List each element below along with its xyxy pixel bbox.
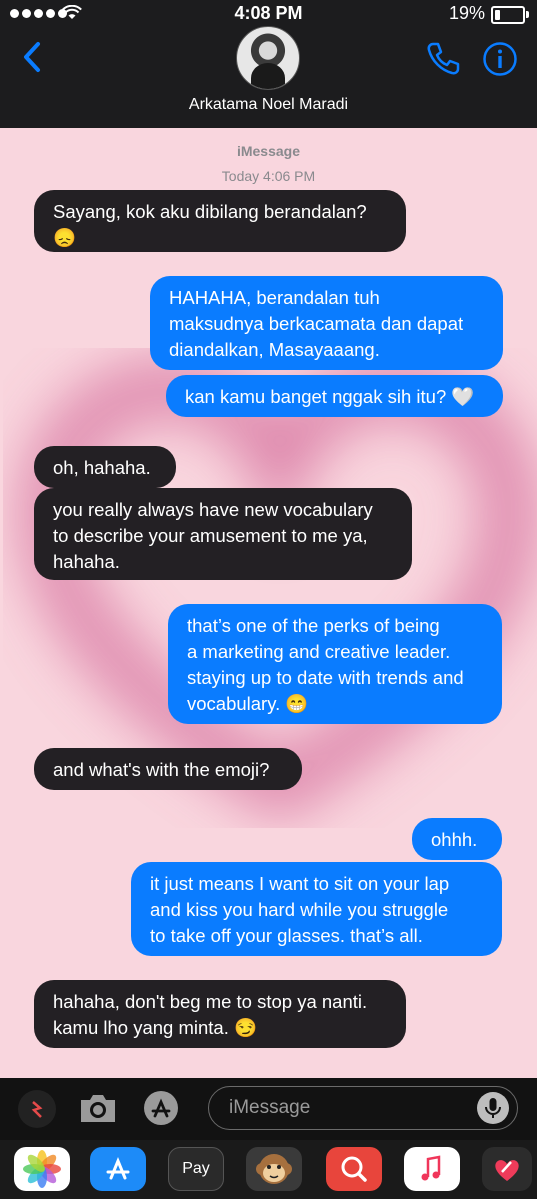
conversation-header: 4:08 PM 19% Arkatama Noel Maradi bbox=[0, 0, 537, 128]
messages-screen: 4:08 PM 19% Arkatama Noel Maradi iMessag… bbox=[0, 0, 537, 1199]
microphone-icon[interactable] bbox=[477, 1092, 509, 1124]
message-outgoing[interactable]: that’s one of the perks of being a marke… bbox=[168, 604, 502, 724]
apple-pay-button[interactable]: Pay bbox=[168, 1147, 224, 1191]
battery-percent: 19% bbox=[448, 3, 485, 23]
info-icon[interactable] bbox=[482, 41, 518, 77]
message-incoming[interactable]: Sayang, kok aku dibilang berandalan? 😞 bbox=[34, 190, 406, 252]
battery-icon bbox=[491, 6, 529, 24]
message-outgoing[interactable]: ohhh. bbox=[412, 818, 502, 860]
search-icon[interactable] bbox=[326, 1147, 382, 1191]
message-outgoing[interactable]: it just means I want to sit on your lap … bbox=[131, 862, 502, 956]
phone-icon[interactable] bbox=[424, 40, 462, 78]
photos-icon[interactable] bbox=[14, 1147, 70, 1191]
avatar[interactable] bbox=[236, 26, 300, 90]
message-incoming[interactable]: and what's with the emoji? bbox=[34, 748, 302, 790]
animoji-icon[interactable] bbox=[246, 1147, 302, 1191]
message-thread[interactable]: iMessage Today 4:06 PM Sayang, kok aku d… bbox=[0, 128, 537, 1078]
app-store-icon[interactable] bbox=[142, 1090, 180, 1126]
music-icon[interactable] bbox=[404, 1147, 460, 1191]
sticker-icon[interactable] bbox=[18, 1090, 56, 1128]
message-input[interactable]: iMessage bbox=[208, 1086, 518, 1130]
thread-timestamp: Today 4:06 PM bbox=[221, 168, 316, 184]
camera-icon[interactable] bbox=[78, 1090, 118, 1126]
message-incoming[interactable]: hahaha, don't beg me to stop ya nanti. k… bbox=[34, 980, 406, 1048]
service-label: iMessage bbox=[236, 143, 301, 159]
message-incoming[interactable]: oh, hahaha. bbox=[34, 446, 176, 488]
app-store-shortcut-icon[interactable] bbox=[90, 1147, 146, 1191]
app-drawer: Pay bbox=[0, 1140, 537, 1199]
composer-bar: iMessage bbox=[0, 1078, 537, 1140]
message-input-placeholder: iMessage bbox=[229, 1097, 311, 1118]
message-outgoing[interactable]: HAHAHA, berandalan tuh maksudnya berkaca… bbox=[150, 276, 503, 370]
contact-name[interactable]: Arkatama Noel Maradi bbox=[0, 96, 537, 114]
apple-pay-label: Pay bbox=[182, 1160, 210, 1177]
message-outgoing[interactable]: kan kamu banget nggak sih itu? 🤍 bbox=[166, 375, 503, 417]
message-incoming[interactable]: you really always have new vocabulary to… bbox=[34, 488, 412, 580]
back-chevron-icon[interactable] bbox=[18, 40, 52, 74]
status-bar: 4:08 PM 19% bbox=[0, 0, 537, 28]
heart-icon[interactable] bbox=[482, 1147, 532, 1191]
